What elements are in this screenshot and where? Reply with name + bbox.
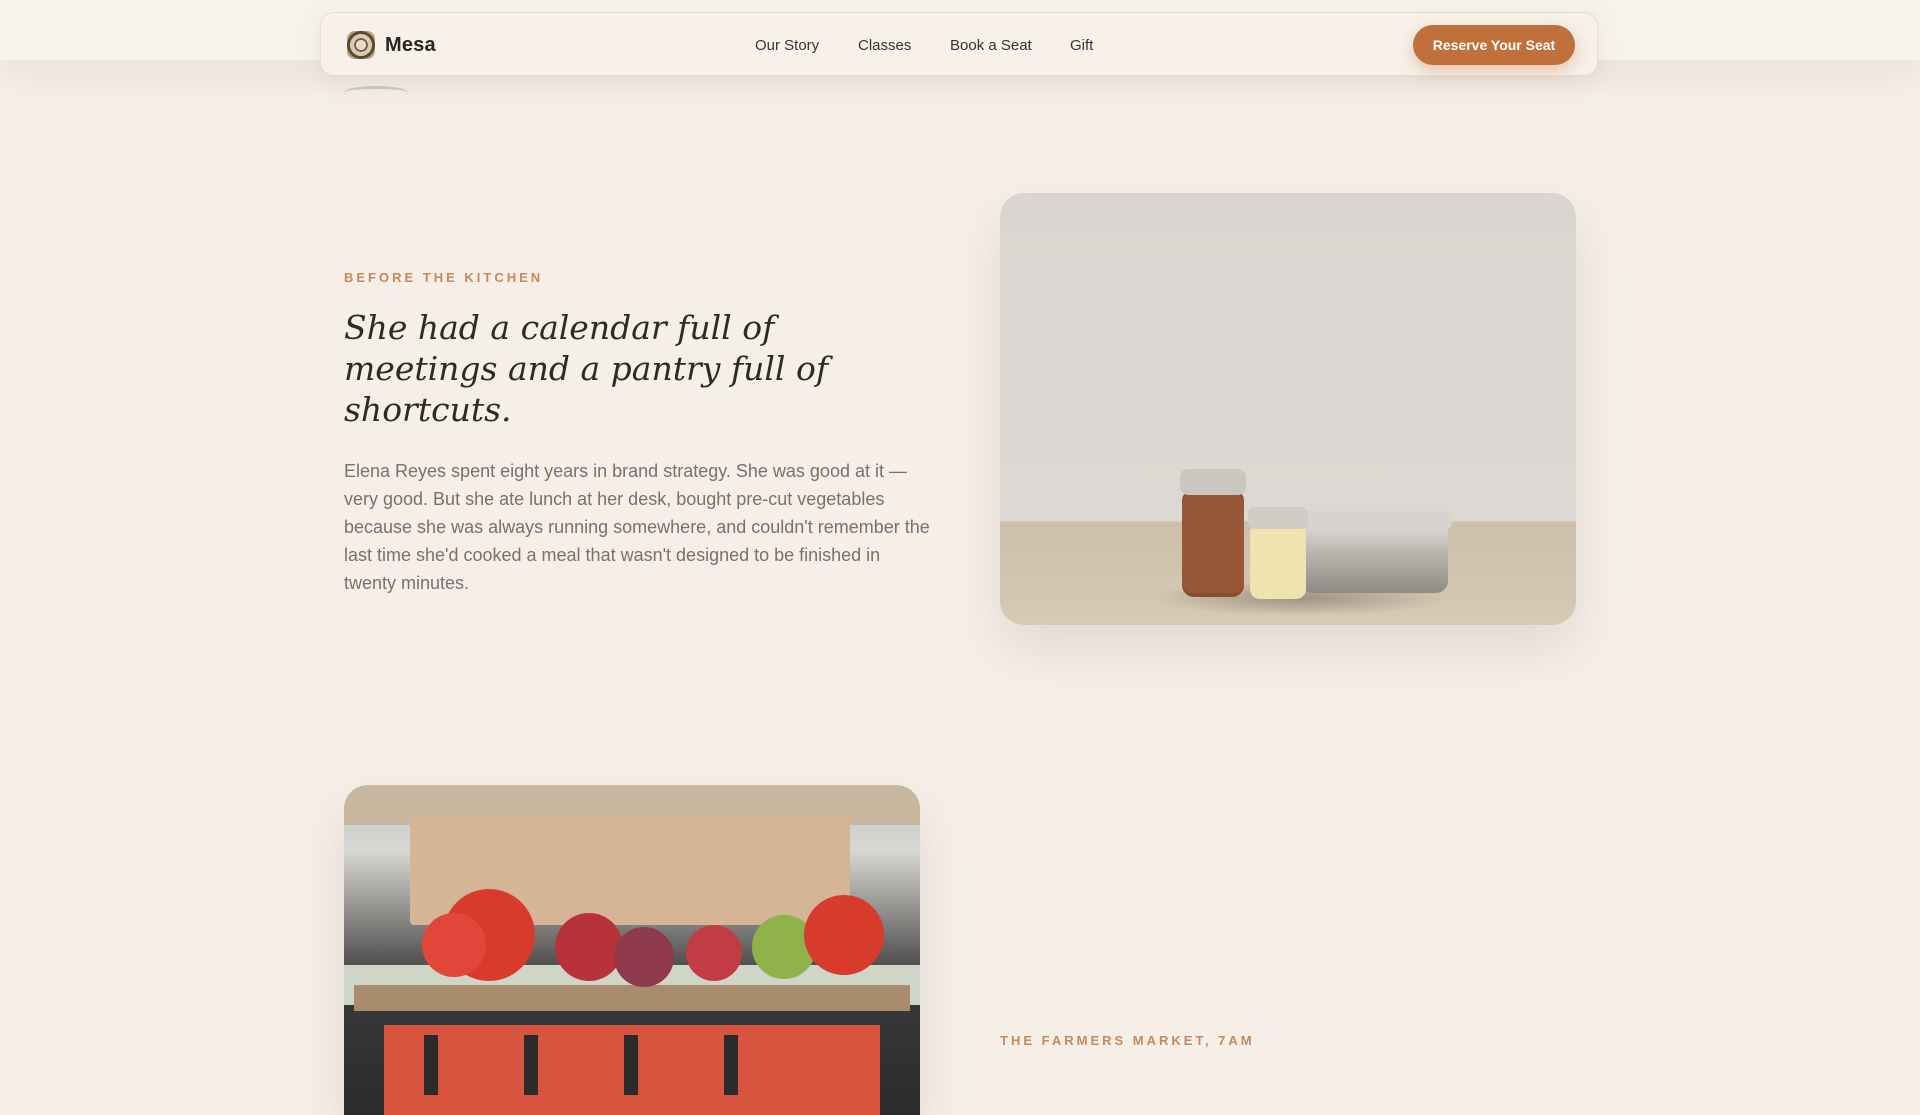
top-navbar: Mesa Our Story Classes Book a Seat Gift …: [320, 12, 1598, 76]
pantry-jars-illustration: [1150, 469, 1452, 616]
farmers-market-tomatoes-photo: [344, 785, 920, 1115]
section-eyebrow-farmers-market: THE FARMERS MARKET, 7AM: [1000, 1033, 1255, 1048]
nav-link-our-story[interactable]: Our Story: [755, 37, 819, 54]
nav-links: Our Story Classes Book a Seat Gift: [321, 13, 1597, 75]
reserve-seat-button[interactable]: Reserve Your Seat: [1413, 25, 1575, 65]
decorative-arc: [344, 86, 408, 99]
nav-link-gift[interactable]: Gift: [1070, 37, 1093, 54]
section-body: Elena Reyes spent eight years in brand s…: [344, 461, 930, 594]
section-eyebrow: BEFORE THE KITCHEN: [344, 270, 544, 285]
nav-link-classes[interactable]: Classes: [858, 37, 911, 54]
story-section-before-kitchen: BEFORE THE KITCHEN She had a calendar fu…: [344, 270, 934, 615]
tomato-crate-illustration: [344, 785, 920, 1115]
section-headline: She had a calendar full of meetings and …: [344, 308, 829, 429]
pantry-jars-photo: [1000, 193, 1576, 625]
nav-link-book-a-seat[interactable]: Book a Seat: [950, 37, 1032, 54]
